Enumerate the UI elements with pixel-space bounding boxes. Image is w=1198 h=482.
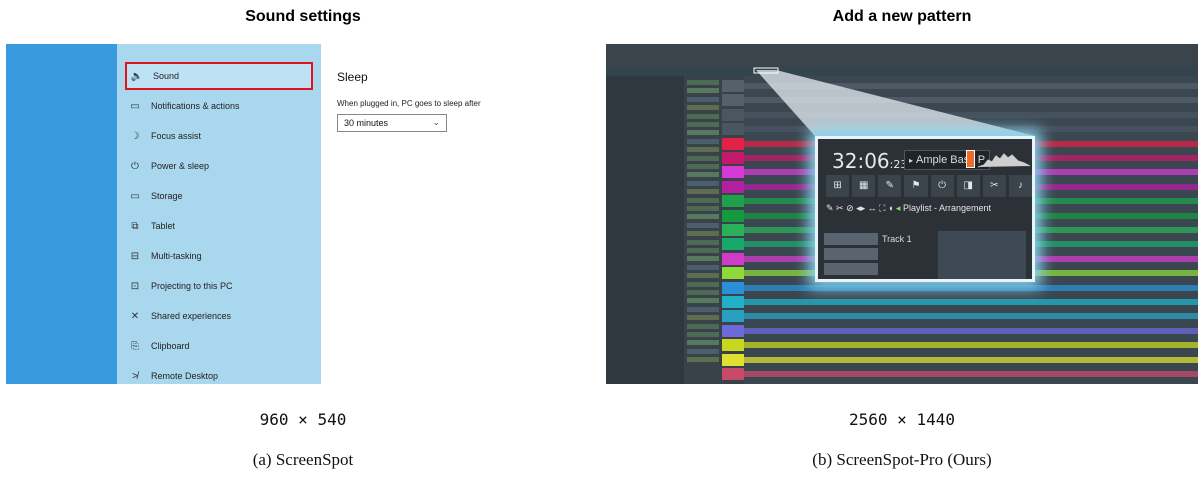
storage-icon: ▭: [130, 190, 140, 202]
sidebar-item-label: Power & sleep: [151, 161, 210, 171]
speaker-icon: 🔈: [130, 70, 144, 82]
sidebar-item-label: Tablet: [151, 221, 176, 231]
sleep-heading: Sleep: [337, 70, 368, 84]
sidebar-item[interactable]: ⎘ Clipboard: [125, 332, 313, 360]
sidebar-item[interactable]: ▭ Notifications & actions: [125, 92, 313, 120]
sidebar-item-label: Projecting to this PC: [151, 281, 233, 291]
sidebar-item-label: Focus assist: [151, 131, 202, 141]
clipboard-icon: ⎘: [131, 340, 139, 352]
notification-icon: ▭: [130, 100, 140, 112]
pattern-list: [824, 233, 878, 278]
mic-icon[interactable]: ♪: [1008, 175, 1032, 197]
sidebar-item[interactable]: ⧉ Tablet: [125, 212, 313, 240]
sidebar-item-label: Notifications & actions: [151, 101, 240, 111]
sidebar-item[interactable]: ⊟ Multi-tasking: [125, 242, 313, 270]
sidebar-item[interactable]: ⊡ Projecting to this PC: [125, 272, 313, 300]
sleep-dropdown[interactable]: 30 minutes ⌄: [337, 114, 447, 132]
multitask-icon: ⊟: [130, 250, 140, 262]
toolbar-icons-row: ⊞ ▦ ✎ ⚑ ⏻ ◨ ✂ ♪: [826, 175, 1032, 197]
left-dimensions: 960 × 540: [259, 410, 347, 429]
sleep-dropdown-value: 30 minutes: [344, 118, 389, 128]
power-icon[interactable]: ⏻: [930, 175, 954, 197]
sidebar-item-label: Multi-tasking: [151, 251, 202, 261]
power-icon: ⏻: [131, 160, 139, 172]
right-panel-title: Add a new pattern: [832, 8, 972, 25]
zoomed-toolbar-inset: 32:06:23 ▸ Ample Bass P ⊞ ▦ ✎ ⚑ ⏻ ◨ ✂ ♪ ✎…: [815, 136, 1035, 282]
playlist-title-bar: ✎ ✂ ⊘ ◂▸ ↔ ⛶ ◖ ◂ Playlist - Arrangement: [826, 203, 991, 213]
left-caption: (a) ScreenSpot: [252, 450, 354, 469]
right-dimensions: 2560 × 1440: [849, 410, 955, 429]
save-icon[interactable]: ◨: [956, 175, 980, 197]
settings-sidebar: 🔈 Sound ▭ Notifications & actions ☽ Focus ass…: [117, 44, 321, 384]
cut-icon[interactable]: ✂: [982, 175, 1006, 197]
sidebar-item-label: Shared experiences: [151, 311, 232, 321]
sidebar-item[interactable]: ≯ Remote Desktop: [125, 362, 313, 384]
projector-icon: ⊡: [130, 280, 140, 292]
tablet-icon: ⧉: [131, 220, 139, 232]
arrangement-grid: [938, 231, 1026, 279]
sidebar-item[interactable]: 🔈 Sound: [125, 62, 313, 90]
settings-content: Sleep When plugged in, PC goes to sleep …: [321, 44, 600, 384]
waveform-icon: [978, 153, 1030, 168]
song-time-display: 32:06:23: [832, 149, 908, 173]
track-1-label: Track 1: [882, 234, 912, 244]
add-pattern-button[interactable]: [966, 150, 975, 168]
remote-icon: ≯: [132, 370, 138, 382]
play-arrow-icon: ▸: [909, 155, 914, 165]
sidebar-item[interactable]: ✕ Shared experiences: [125, 302, 313, 330]
mixer-icon[interactable]: ⊞: [826, 175, 850, 197]
piano-roll-icon[interactable]: ▦: [852, 175, 876, 197]
chevron-down-icon: ⌄: [432, 117, 440, 127]
sidebar-item[interactable]: ▭ Storage: [125, 182, 313, 210]
sidebar-item-label: Clipboard: [151, 341, 190, 351]
left-panel-title: Sound settings: [245, 8, 361, 25]
sidebar-item-label: Storage: [151, 191, 183, 201]
fl-studio-screenshot: 32:06:23 ▸ Ample Bass P ⊞ ▦ ✎ ⚑ ⏻ ◨ ✂ ♪ ✎…: [606, 44, 1198, 384]
moon-icon: ☽: [130, 130, 140, 142]
sidebar-item-label: Sound: [153, 71, 180, 81]
windows-settings-screenshot: 🔈 Sound ▭ Notifications & actions ☽ Focus ass…: [6, 44, 600, 384]
tempo-icon[interactable]: ⚑: [904, 175, 928, 197]
sidebar-item[interactable]: ☽ Focus assist: [125, 122, 313, 150]
plugin-icon[interactable]: ✎: [878, 175, 902, 197]
sidebar-item[interactable]: ⏻ Power & sleep: [125, 152, 313, 180]
right-caption: (b) ScreenSpot-Pro (Ours): [812, 450, 992, 469]
sleep-label: When plugged in, PC goes to sleep after: [337, 99, 481, 108]
share-icon: ✕: [130, 310, 140, 322]
sidebar-item-label: Remote Desktop: [151, 371, 219, 381]
desktop-background: [6, 44, 117, 384]
